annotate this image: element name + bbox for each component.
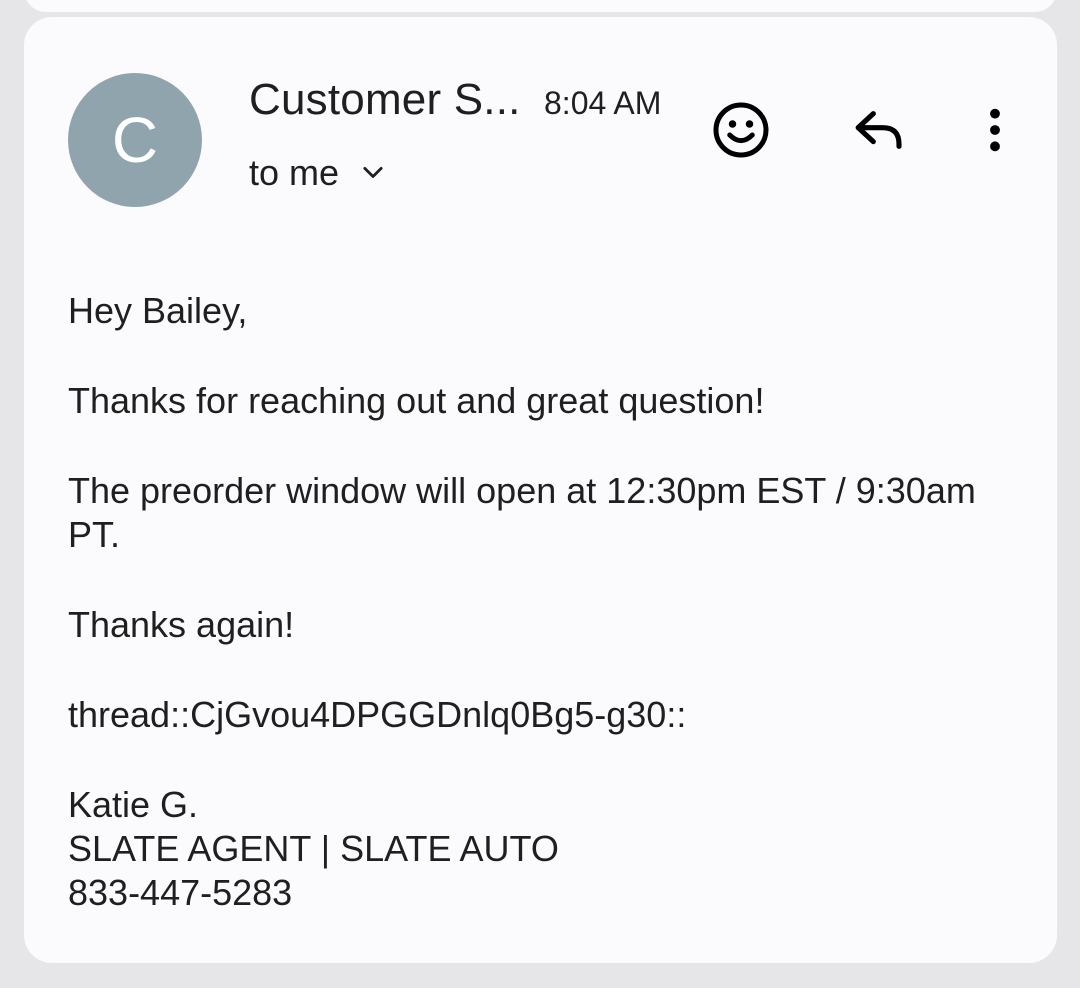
greeting-text: Hey Bailey, xyxy=(68,290,248,331)
chevron-down-icon xyxy=(363,166,383,178)
signature-title: SLATE AGENT | SLATE AUTO xyxy=(68,828,559,869)
body-paragraph: Thanks again! xyxy=(68,604,295,645)
body-paragraph: Thanks for reaching out and great questi… xyxy=(68,380,765,421)
avatar-letter: C xyxy=(111,104,159,176)
more-vert-icon xyxy=(990,108,1000,152)
signature-phone[interactable]: 833-447-5283 xyxy=(68,871,1008,915)
body-paragraph: The preorder window will open at 12:30pm… xyxy=(68,470,976,555)
recipient-toggle[interactable]: to me xyxy=(249,152,387,194)
message-time: 8:04 AM xyxy=(544,85,662,121)
signature-name: Katie G. xyxy=(68,784,199,825)
recipient-label: to me xyxy=(249,152,340,193)
reply-icon xyxy=(855,111,902,149)
add-reaction-icon xyxy=(713,102,769,158)
thread-id-text: thread::CjGvou4DPGGDnlq0Bg5-g30:: xyxy=(68,694,687,735)
sender-avatar[interactable]: C xyxy=(68,73,202,207)
reply-button[interactable] xyxy=(842,94,914,166)
previous-message-card xyxy=(24,0,1057,12)
add-reaction-button[interactable] xyxy=(705,94,777,166)
sender-name[interactable]: Customer S... xyxy=(249,75,521,125)
email-message-card: C Customer S... 8:04 AM to me Hey Bailey… xyxy=(24,17,1057,963)
more-options-button[interactable] xyxy=(959,94,1031,166)
email-body: Hey Bailey, Thanks for reaching out and … xyxy=(68,289,1008,915)
